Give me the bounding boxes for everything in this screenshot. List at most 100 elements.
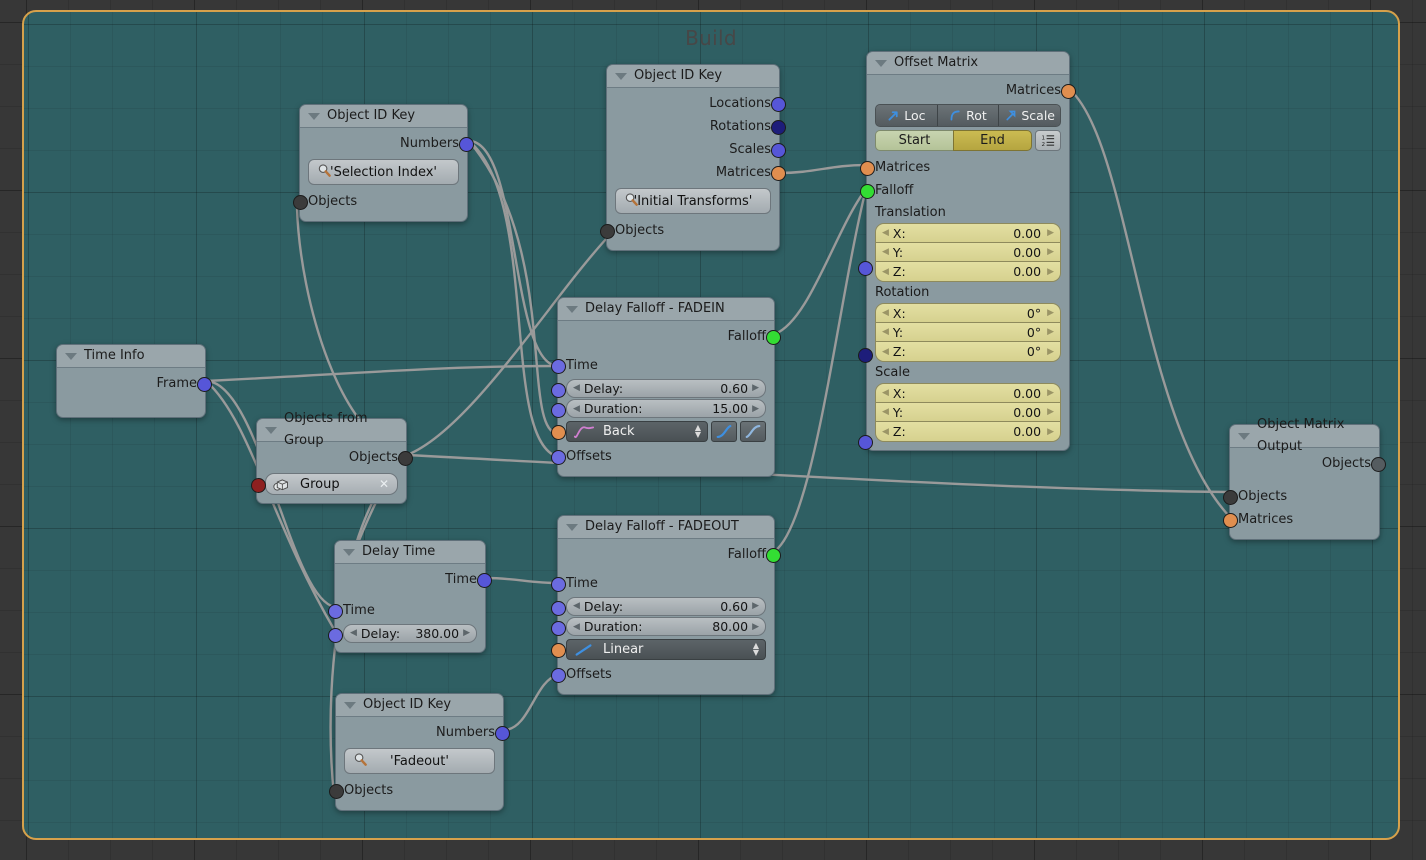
socket-output-numbers[interactable] bbox=[459, 137, 474, 152]
delay-field[interactable]: ◀ Delay: 0.60 ▶ bbox=[566, 378, 766, 398]
socket-output-falloff[interactable] bbox=[766, 330, 781, 345]
delay-field[interactable]: ◀ Delay: 380.00 ▶ bbox=[343, 623, 477, 643]
node-header[interactable]: Time Info bbox=[57, 345, 205, 368]
collapse-triangle-icon[interactable] bbox=[1238, 432, 1250, 440]
increment-arrow-icon[interactable]: ▶ bbox=[752, 404, 759, 414]
node-time-info[interactable]: Time Info Frame bbox=[56, 344, 212, 418]
decrement-arrow-icon[interactable]: ◀ bbox=[882, 327, 889, 337]
socket-input-objects[interactable] bbox=[293, 195, 308, 210]
socket-input-offsets[interactable] bbox=[551, 450, 566, 465]
decrement-arrow-icon[interactable]: ◀ bbox=[882, 228, 889, 238]
increment-arrow-icon[interactable]: ▶ bbox=[1047, 427, 1054, 437]
collapse-triangle-icon[interactable] bbox=[343, 548, 355, 556]
socket-output-falloff[interactable] bbox=[766, 548, 781, 563]
rotation-z-field[interactable]: ◀ Z: 0° ▶ bbox=[876, 342, 1060, 361]
node-offset-matrix[interactable]: Offset Matrix Matrices Loc Rot Scale Sta… bbox=[858, 51, 1076, 451]
increment-arrow-icon[interactable]: ▶ bbox=[752, 622, 759, 632]
decrement-arrow-icon[interactable]: ◀ bbox=[573, 383, 580, 393]
rotation-fields[interactable]: ◀ X: 0° ▶ ◀ Y: 0° ▶ ◀ Z: 0° ▶ bbox=[875, 303, 1061, 362]
socket-input-interpolation[interactable] bbox=[551, 425, 566, 440]
end-button[interactable]: End bbox=[953, 130, 1032, 151]
node-header[interactable]: Object ID Key bbox=[336, 694, 503, 717]
socket-output-matrices[interactable] bbox=[771, 166, 786, 181]
object-id-key-field[interactable]: 'Fadeout' bbox=[344, 748, 495, 774]
socket-input-rotation[interactable] bbox=[858, 348, 873, 363]
node-object-matrix-output[interactable]: Object Matrix Output Objects Objects Mat… bbox=[1223, 417, 1386, 540]
socket-input-time[interactable] bbox=[328, 604, 343, 619]
socket-input-interpolation[interactable] bbox=[551, 643, 566, 658]
object-id-key-field[interactable]: 'Initial Transforms' bbox=[615, 188, 771, 214]
translation-fields[interactable]: ◀ X: 0.00 ▶ ◀ Y: 0.00 ▶ ◀ Z: 0.00 ▶ bbox=[875, 223, 1061, 282]
node-header[interactable]: Delay Falloff - FADEIN bbox=[558, 298, 774, 321]
decrement-arrow-icon[interactable]: ◀ bbox=[573, 404, 580, 414]
ease-out-button[interactable] bbox=[740, 421, 766, 442]
socket-input-delay[interactable] bbox=[551, 600, 566, 616]
interpolation-dropdown[interactable]: Back ▲ ▼ bbox=[566, 421, 708, 442]
node-header[interactable]: Delay Falloff - FADEOUT bbox=[558, 516, 774, 539]
increment-arrow-icon[interactable]: ▶ bbox=[752, 383, 759, 393]
node-header[interactable]: Object ID Key bbox=[607, 65, 779, 88]
socket-input-duration[interactable] bbox=[551, 403, 566, 418]
node-object-id-key-initial-transforms[interactable]: Object ID Key Locations Rotations Scales… bbox=[600, 64, 786, 251]
socket-input-time[interactable] bbox=[551, 577, 566, 592]
scale-y-field[interactable]: ◀ Y: 0.00 ▶ bbox=[876, 403, 1060, 422]
list-icon[interactable]: 12 bbox=[1035, 130, 1061, 151]
decrement-arrow-icon[interactable]: ◀ bbox=[350, 628, 357, 638]
duration-field[interactable]: ◀ Duration: 80.00 ▶ bbox=[566, 617, 766, 636]
decrement-arrow-icon[interactable]: ◀ bbox=[882, 308, 889, 318]
scale-fields[interactable]: ◀ X: 0.00 ▶ ◀ Y: 0.00 ▶ ◀ Z: 0.00 ▶ bbox=[875, 383, 1061, 442]
translation-x-field[interactable]: ◀ X: 0.00 ▶ bbox=[876, 224, 1060, 243]
decrement-arrow-icon[interactable]: ◀ bbox=[882, 388, 889, 398]
rotation-x-field[interactable]: ◀ X: 0° ▶ bbox=[876, 304, 1060, 323]
increment-arrow-icon[interactable]: ▶ bbox=[1047, 347, 1054, 357]
increment-arrow-icon[interactable]: ▶ bbox=[1047, 388, 1054, 398]
dropdown-arrows-icon[interactable]: ▲ ▼ bbox=[695, 424, 701, 439]
socket-input-time[interactable] bbox=[551, 359, 566, 374]
delay-field[interactable]: ◀ Delay: 0.60 ▶ bbox=[566, 596, 766, 616]
increment-arrow-icon[interactable]: ▶ bbox=[1047, 407, 1054, 417]
loc-rot-scale-toggle-group[interactable]: Loc Rot Scale bbox=[875, 104, 1061, 127]
increment-arrow-icon[interactable]: ▶ bbox=[1047, 247, 1054, 257]
socket-input-delay[interactable] bbox=[551, 382, 566, 398]
node-delay-time[interactable]: Delay Time Time Time ◀ Delay: 380.00 ▶ bbox=[328, 540, 492, 653]
decrement-arrow-icon[interactable]: ◀ bbox=[882, 427, 889, 437]
node-delay-falloff-fadein[interactable]: Delay Falloff - FADEIN Falloff Time ◀ De… bbox=[551, 297, 781, 477]
group-field[interactable]: Group ✕ bbox=[251, 473, 398, 495]
socket-input-objects[interactable] bbox=[600, 224, 615, 239]
collapse-triangle-icon[interactable] bbox=[566, 523, 578, 531]
node-header[interactable]: Objects from Group bbox=[257, 411, 406, 448]
decrement-arrow-icon[interactable]: ◀ bbox=[882, 407, 889, 417]
collapse-triangle-icon[interactable] bbox=[566, 305, 578, 313]
clear-icon[interactable]: ✕ bbox=[379, 477, 389, 491]
socket-output-objects[interactable] bbox=[398, 451, 413, 466]
socket-input-matrices[interactable] bbox=[860, 161, 875, 176]
decrement-arrow-icon[interactable]: ◀ bbox=[573, 622, 580, 632]
toggle-rot[interactable]: Rot bbox=[937, 105, 1000, 126]
node-header[interactable]: Offset Matrix bbox=[867, 52, 1069, 75]
collapse-triangle-icon[interactable] bbox=[344, 701, 356, 709]
decrement-arrow-icon[interactable]: ◀ bbox=[573, 601, 580, 611]
node-delay-falloff-fadeout[interactable]: Delay Falloff - FADEOUT Falloff Time ◀ D… bbox=[551, 515, 781, 695]
socket-output-frame[interactable] bbox=[197, 377, 212, 392]
dropdown-arrows-icon[interactable]: ▲ ▼ bbox=[753, 642, 759, 657]
toggle-loc[interactable]: Loc bbox=[876, 105, 938, 126]
node-object-id-key-fadeout[interactable]: Object ID Key Numbers 'Fadeout' Objects bbox=[329, 693, 510, 811]
node-objects-from-group[interactable]: Objects from Group Objects Group ✕ bbox=[251, 411, 413, 504]
node-header[interactable]: Object Matrix Output bbox=[1230, 417, 1379, 454]
decrement-arrow-icon[interactable]: ◀ bbox=[882, 347, 889, 357]
socket-input-scale[interactable] bbox=[858, 435, 873, 450]
increment-arrow-icon[interactable]: ▶ bbox=[463, 628, 470, 638]
socket-output-locations[interactable] bbox=[771, 97, 786, 112]
increment-arrow-icon[interactable]: ▶ bbox=[1047, 228, 1054, 238]
increment-arrow-icon[interactable]: ▶ bbox=[1047, 327, 1054, 337]
start-button[interactable]: Start bbox=[875, 130, 953, 151]
socket-input-falloff[interactable] bbox=[860, 184, 875, 199]
collapse-triangle-icon[interactable] bbox=[875, 59, 887, 67]
socket-output-time[interactable] bbox=[477, 573, 492, 588]
interpolation-dropdown[interactable]: Linear ▲ ▼ bbox=[566, 639, 766, 660]
ease-in-button[interactable] bbox=[711, 421, 737, 442]
socket-input-objects[interactable] bbox=[329, 784, 344, 799]
socket-input-matrices[interactable] bbox=[1223, 513, 1238, 528]
socket-output-numbers[interactable] bbox=[495, 726, 510, 741]
collapse-triangle-icon[interactable] bbox=[308, 112, 320, 120]
